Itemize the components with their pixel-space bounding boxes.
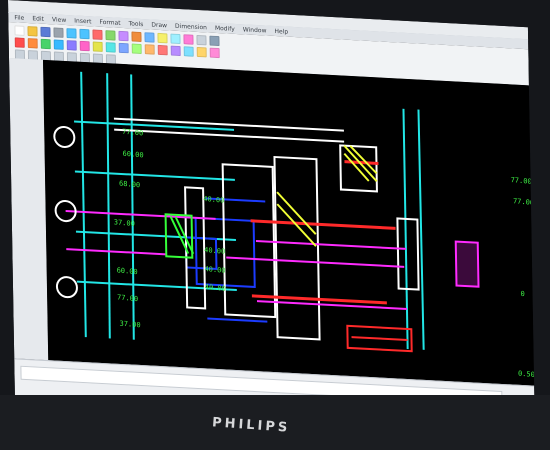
lineweight-icon[interactable] (209, 35, 220, 47)
arc-tool-icon[interactable] (53, 39, 64, 50)
move-tool-icon[interactable] (118, 42, 129, 54)
fillet-tool-icon[interactable] (196, 46, 207, 58)
extend-tool-icon[interactable] (183, 46, 194, 57)
paste-icon[interactable] (118, 30, 129, 42)
dimension-label-left-4: 37.00 (113, 218, 135, 229)
print-icon[interactable] (53, 27, 64, 38)
menu-item-help[interactable]: Help (274, 27, 288, 35)
hatch-tool-icon[interactable] (79, 40, 90, 52)
menu-item-modify[interactable]: Modify (215, 24, 235, 32)
explode-tool-icon[interactable] (209, 47, 220, 59)
menu-item-file[interactable]: File (14, 14, 24, 22)
menu-item-format[interactable]: Format (99, 18, 120, 26)
menu-item-edit[interactable]: Edit (32, 15, 44, 23)
line-tool-icon[interactable] (14, 37, 25, 48)
screen: File Edit View Insert Format Tools Draw … (8, 0, 535, 428)
dimension-label-mid-4: 40.00 (204, 283, 226, 293)
new-file-icon[interactable] (14, 25, 25, 36)
dimension-label-right-3: 0 (520, 289, 525, 299)
menu-item-draw[interactable]: Draw (151, 21, 167, 29)
menu-item-tools[interactable]: Tools (129, 20, 144, 28)
dimension-label-left-2: 60.00 (122, 149, 144, 160)
drawing-canvas[interactable]: 77.00 60.00 68.00 37.00 60.00 77.00 37.0… (43, 59, 535, 386)
zoom-icon[interactable] (144, 32, 155, 43)
open-folder-icon[interactable] (27, 26, 38, 37)
cut-icon[interactable] (92, 29, 103, 40)
dimension-label-left-5: 60.00 (116, 266, 138, 277)
scale-tool-icon[interactable] (157, 44, 168, 56)
layer-icon[interactable] (170, 33, 181, 45)
text-tool-icon[interactable] (92, 41, 103, 52)
menu-item-window[interactable]: Window (243, 26, 267, 34)
save-icon[interactable] (40, 26, 51, 38)
redo-icon[interactable] (79, 28, 90, 40)
copy-icon[interactable] (105, 30, 116, 41)
pan-icon[interactable] (157, 32, 168, 44)
rectangle-tool-icon[interactable] (66, 40, 77, 51)
dimension-label-left-1: 77.00 (122, 127, 144, 138)
dimension-label-right-4: 0.50 (517, 369, 535, 379)
dimension-label-left-6: 77.00 (117, 293, 139, 304)
linetype-icon[interactable] (196, 34, 207, 46)
match-properties-icon[interactable] (131, 31, 142, 43)
menu-item-view[interactable]: View (52, 16, 66, 24)
dimension-label-right-1: 77.00 (510, 176, 532, 186)
circle-tool-icon[interactable] (40, 38, 51, 50)
trim-tool-icon[interactable] (170, 45, 181, 57)
copy-tool-icon[interactable] (131, 43, 142, 55)
dimension-label-left-3: 68.00 (119, 179, 141, 190)
dimension-label-mid-2: 40.00 (204, 245, 226, 256)
color-icon[interactable] (183, 34, 194, 45)
polyline-tool-icon[interactable] (27, 38, 38, 49)
dimension-label-left-7: 37.00 (119, 319, 141, 330)
dimension-label-mid-3: 40.00 (204, 264, 226, 275)
monitor: File Edit View Insert Format Tools Draw … (0, 0, 550, 450)
right-box-label (454, 240, 480, 288)
dimension-label-mid-1: 40.00 (203, 194, 225, 205)
menu-item-insert[interactable]: Insert (74, 17, 91, 25)
undo-icon[interactable] (66, 28, 77, 39)
menu-item-dimension[interactable]: Dimension (175, 22, 207, 31)
dimension-tool-icon[interactable] (105, 42, 116, 53)
rotate-tool-icon[interactable] (144, 44, 155, 55)
